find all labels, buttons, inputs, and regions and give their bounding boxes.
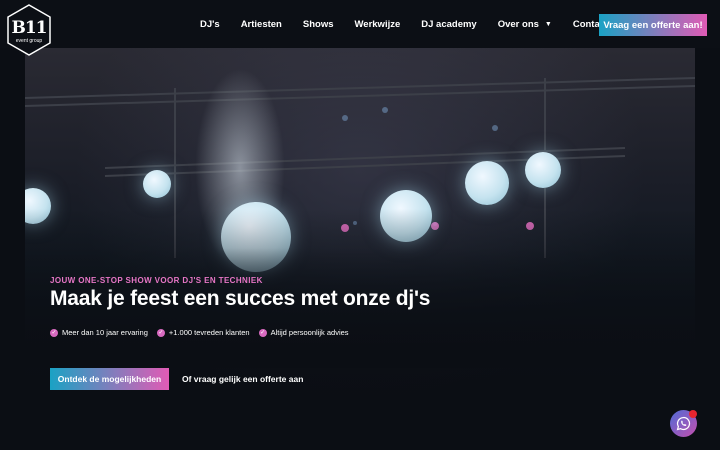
nav-item-werkwijze[interactable]: Werkwijze	[355, 19, 401, 30]
usp-list: ✓ Meer dan 10 jaar ervaring ✓ +1.000 tev…	[50, 328, 358, 337]
notification-badge	[689, 410, 697, 418]
request-quote-button[interactable]: Vraag een offerte aan!	[599, 14, 707, 36]
nav-item-shows[interactable]: Shows	[303, 19, 334, 30]
usp-item: ✓ +1.000 tevreden klanten	[156, 328, 250, 337]
hero-eyebrow: JOUW ONE-STOP SHOW VOOR DJ'S EN TECHNIEK	[50, 276, 263, 285]
nav-item-over-ons[interactable]: Over ons ▼	[498, 19, 552, 30]
nav-item-artiesten[interactable]: Artiesten	[241, 19, 282, 30]
usp-label: +1.000 tevreden klanten	[168, 328, 250, 337]
logo[interactable]: B11 event group	[6, 4, 52, 56]
usp-item: ✓ Meer dan 10 jaar ervaring	[50, 328, 148, 337]
main-nav: DJ's Artiesten Shows Werkwijze DJ academ…	[200, 0, 629, 48]
check-circle-icon: ✓	[258, 328, 267, 337]
nav-item-djs[interactable]: DJ's	[200, 19, 220, 30]
nav-item-over-ons-label: Over ons	[497, 18, 539, 30]
usp-label: Meer dan 10 jaar ervaring	[62, 328, 148, 337]
logo-text: B11	[11, 18, 47, 38]
usp-label: Altijd persoonlijk advies	[270, 328, 349, 337]
logo-subtext: event group	[15, 38, 43, 44]
nav-item-dj-academy[interactable]: DJ academy	[421, 19, 476, 30]
whatsapp-icon	[676, 416, 691, 431]
chevron-down-icon: ▼	[544, 20, 552, 28]
hero-headline: Maak je feest een succes met onze dj's	[50, 287, 431, 310]
usp-item: ✓ Altijd persoonlijk advies	[258, 328, 349, 337]
check-circle-icon: ✓	[50, 328, 58, 337]
site-header: B11 event group DJ's Artiesten Shows Wer…	[0, 0, 720, 56]
discover-options-button[interactable]: Ontdek de mogelijkheden	[50, 368, 169, 390]
check-circle-icon: ✓	[156, 328, 165, 337]
request-quote-link[interactable]: Of vraag gelijk een offerte aan	[182, 374, 303, 384]
